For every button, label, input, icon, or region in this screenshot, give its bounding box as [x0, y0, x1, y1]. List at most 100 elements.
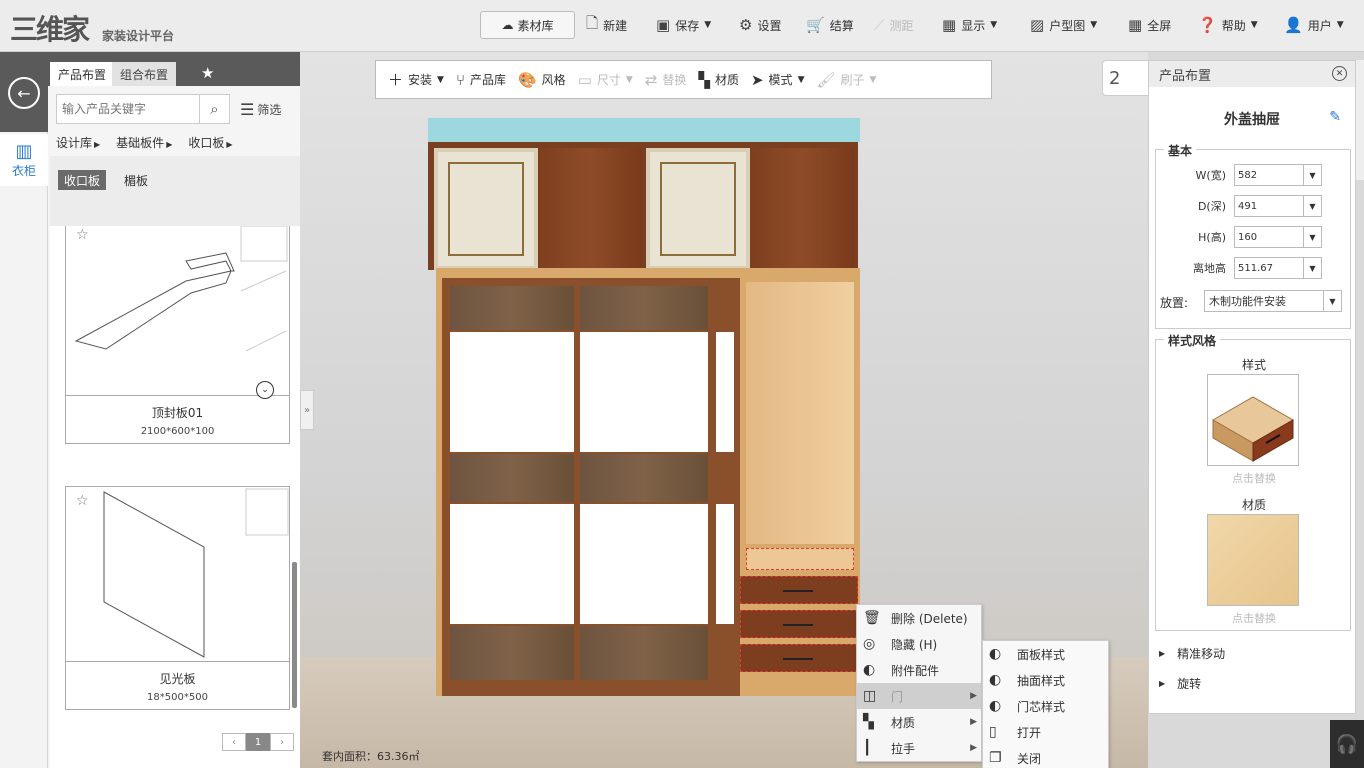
- brush-button[interactable]: 🖌 刷子 ▼: [816, 71, 876, 89]
- chevron-down-icon: ▼: [1250, 20, 1258, 30]
- floorplan-button[interactable]: ▨ 户型图 ▼: [1030, 12, 1097, 38]
- style-replace-link[interactable]: 点击替换: [1156, 470, 1352, 486]
- material-library-button[interactable]: ☁ 素材库: [480, 11, 575, 39]
- triangle-right-icon: ▶: [94, 140, 101, 149]
- category-breadcrumb: 设计库 ▶ 基础板件 ▶ 收口板 ▶: [56, 134, 233, 151]
- top-toolbar: 三维家 家装设计平台 ☁ 素材库 🗋 新建 ▣ 保存 ▼ ⚙ 设置 🛒 结算 ⟋ 测距 ▦ 显…: [0, 0, 1364, 52]
- settings-button[interactable]: ⚙ 设置: [739, 12, 781, 38]
- next-page-button[interactable]: ›: [270, 733, 294, 751]
- closet-tab-label: 衣柜: [11, 164, 36, 178]
- chevron-down-icon[interactable]: ▼: [1303, 227, 1321, 247]
- search-input[interactable]: [57, 95, 197, 123]
- depth-input[interactable]: [1235, 196, 1301, 216]
- product-lib-button[interactable]: ⑂ 产品库: [456, 71, 506, 89]
- new-file-icon: 🗋: [586, 13, 599, 32]
- edit-icon[interactable]: ✎: [1329, 109, 1341, 125]
- menu-item-accessories[interactable]: ◐ 附件配件: [857, 657, 981, 683]
- fullscreen-button[interactable]: ▦ 全屏: [1128, 12, 1171, 38]
- fullscreen-icon: ▦: [1128, 16, 1143, 34]
- menu-item-door[interactable]: ◫ 门 ▶: [857, 683, 981, 709]
- display-button[interactable]: ▦ 显示 ▼: [942, 12, 997, 38]
- precise-move-toggle[interactable]: ▶ 精准移动: [1159, 645, 1225, 662]
- crumb-design-lib[interactable]: 设计库 ▶: [56, 134, 100, 151]
- menu-item-material[interactable]: ▚ 材质 ▶: [857, 709, 981, 735]
- gear-icon: ⚙: [739, 16, 753, 34]
- rotate-toggle[interactable]: ▶ 旋转: [1159, 675, 1201, 692]
- door-panel: [716, 504, 734, 624]
- style-button[interactable]: 🎨 风格: [518, 71, 566, 89]
- selected-drawer[interactable]: [740, 644, 858, 672]
- search-icon[interactable]: ⌕: [199, 95, 229, 123]
- new-button[interactable]: 🗋 新建: [586, 12, 627, 38]
- menu-item-delete[interactable]: 🗑 删除 (Delete): [857, 605, 981, 631]
- menu-item-handle[interactable]: ┃ 拉手 ▶: [857, 735, 981, 761]
- product-thumbnail: ☆ ⌄: [66, 226, 289, 399]
- selected-drawer[interactable]: [740, 610, 858, 638]
- favorites-star-icon[interactable]: ★: [201, 64, 214, 82]
- menu-label: 删除 (Delete): [891, 611, 968, 626]
- star-icon[interactable]: ☆: [76, 493, 89, 509]
- chevron-down-icon[interactable]: ▼: [1303, 196, 1321, 216]
- material-replace-link[interactable]: 点击替换: [1156, 610, 1352, 626]
- selected-drawer[interactable]: [740, 576, 858, 604]
- mode-button[interactable]: ➤ 模式 ▼: [751, 71, 805, 89]
- crumb-label: 设计库: [56, 136, 93, 150]
- placement-select[interactable]: 木制功能件安装 ▼: [1204, 290, 1342, 312]
- nav-tab-closet[interactable]: ▥ 衣柜: [0, 134, 48, 186]
- replace-button[interactable]: ⇄ 替换: [645, 71, 687, 89]
- settings-label: 设置: [757, 18, 782, 33]
- style-thumbnail[interactable]: [1207, 374, 1299, 466]
- checkout-button[interactable]: 🛒 结算: [806, 12, 854, 38]
- save-button[interactable]: ▣ 保存 ▼: [656, 12, 711, 38]
- subcat-lintel-board[interactable]: 楣板: [118, 170, 154, 190]
- filter-button[interactable]: ☰ 筛选: [240, 100, 281, 119]
- measure-button[interactable]: ⟋ 测距: [874, 12, 914, 38]
- handle-icon: ┃: [863, 740, 872, 756]
- install-button[interactable]: ＋ 安装 ▼: [388, 69, 444, 90]
- door-panel: [580, 286, 708, 330]
- chevron-down-icon[interactable]: ▼: [1303, 258, 1321, 278]
- properties-title-bar: 产品布置 ✕: [1149, 61, 1355, 87]
- width-input[interactable]: [1235, 165, 1301, 185]
- chevron-down-icon[interactable]: ▼: [1303, 165, 1321, 185]
- subcat-closing-board[interactable]: 收口板: [58, 170, 107, 190]
- material-thumbnail[interactable]: [1207, 514, 1299, 606]
- tab-combo-layout[interactable]: 组合布置: [112, 62, 177, 86]
- product-list-scrollbar[interactable]: [292, 562, 297, 708]
- submenu-drawer-face-style[interactable]: ◐ 抽面样式: [983, 667, 1108, 693]
- size-button[interactable]: ▭ 尺寸 ▼: [578, 71, 633, 89]
- door-panel: [580, 504, 708, 624]
- properties-scrollbar[interactable]: [1356, 60, 1364, 180]
- menu-item-hide[interactable]: ◎ 隐藏 (H): [857, 631, 981, 657]
- back-button[interactable]: ←: [8, 77, 40, 109]
- help-button[interactable]: ❓ 帮助 ▼: [1198, 12, 1258, 38]
- submenu-door-core-style[interactable]: ◐ 门芯样式: [983, 693, 1108, 719]
- crumb-closing-board[interactable]: 收口板 ▶: [188, 134, 232, 151]
- submenu-panel-style[interactable]: ◐ 面板样式: [983, 641, 1108, 667]
- view-2d-button[interactable]: 2: [1102, 60, 1152, 96]
- door-open-icon: ▯: [989, 724, 997, 740]
- chevron-down-icon: ▼: [1336, 20, 1344, 30]
- star-icon[interactable]: ☆: [76, 227, 89, 243]
- menu-label: 面板样式: [1017, 647, 1066, 662]
- close-icon[interactable]: ✕: [1332, 66, 1347, 81]
- submenu-open[interactable]: ▯ 打开: [983, 719, 1108, 745]
- crumb-basic-board[interactable]: 基础板件 ▶: [116, 134, 172, 151]
- collapse-panel-handle[interactable]: »: [300, 390, 314, 430]
- ruler-icon: ▭: [577, 70, 592, 89]
- user-button[interactable]: 👤 用户 ▼: [1284, 12, 1344, 38]
- product-panel-header: 产品布置 组合布置 ★: [48, 52, 300, 86]
- customer-service-button[interactable]: 🎧: [1330, 720, 1364, 768]
- product-card[interactable]: ☆ ⌄ 顶封板01 2100*600*100: [65, 226, 290, 444]
- product-card[interactable]: ☆ 见光板 18*500*500: [65, 486, 290, 710]
- chair-icon: ⑂: [455, 70, 465, 89]
- elevation-input[interactable]: [1235, 258, 1301, 278]
- material-button[interactable]: ▚ 材质: [698, 71, 739, 89]
- tab-product-layout[interactable]: 产品布置: [50, 62, 115, 86]
- prev-page-button[interactable]: ‹: [222, 733, 246, 751]
- height-input[interactable]: [1235, 227, 1301, 247]
- submenu-close[interactable]: ❐ 关闭: [983, 745, 1108, 768]
- chevron-down-icon[interactable]: ⌄: [256, 381, 274, 399]
- toggle-icon: ◐: [989, 698, 1002, 714]
- page-number[interactable]: 1: [246, 733, 270, 751]
